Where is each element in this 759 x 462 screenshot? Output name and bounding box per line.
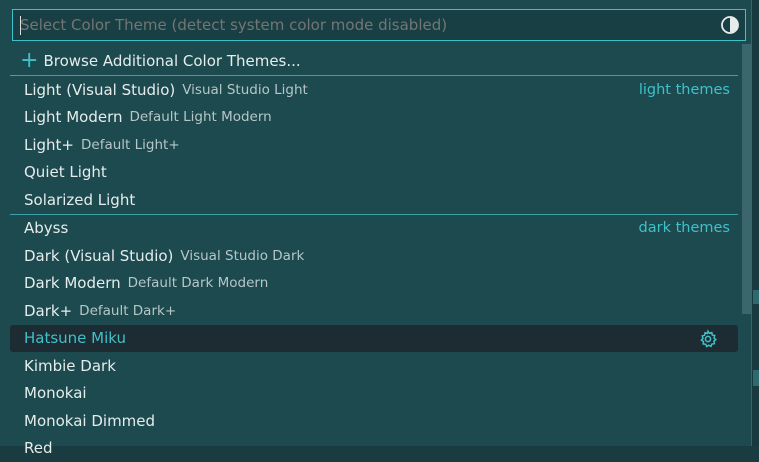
browse-themes-item[interactable]: + Browse Additional Color Themes... <box>10 47 738 75</box>
item-label: Quiet Light <box>24 163 107 181</box>
text-caret <box>20 16 21 35</box>
color-theme-quick-pick: + Browse Additional Color Themes... Ligh… <box>0 0 752 446</box>
item-label: Monokai Dimmed <box>24 412 155 430</box>
scrollbar-thumb[interactable] <box>742 44 752 314</box>
item-label: Dark (Visual Studio) <box>24 247 173 265</box>
item-label: Dark+ <box>24 302 72 320</box>
item-label: Solarized Light <box>24 191 135 209</box>
plus-icon: + <box>20 50 38 72</box>
gear-icon[interactable] <box>698 329 718 349</box>
item-label: Light Modern <box>24 108 122 126</box>
list-item-light-plus[interactable]: Light+ Default Light+ <box>10 131 738 159</box>
group-label-dark: dark themes <box>639 220 730 236</box>
list-item-monokai-dimmed[interactable]: Monokai Dimmed <box>10 407 738 435</box>
list-item-quiet-light[interactable]: Quiet Light <box>10 159 738 187</box>
item-description: Visual Studio Dark <box>180 248 304 264</box>
item-description: Default Dark Modern <box>128 275 269 291</box>
background-edge <box>753 290 759 304</box>
list-item-hatsune-miku[interactable]: Hatsune Miku <box>10 325 738 353</box>
item-description: Default Light Modern <box>129 109 271 125</box>
item-label: Dark Modern <box>24 274 121 292</box>
item-label: Red <box>24 439 53 457</box>
list-item-kimbie-dark[interactable]: Kimbie Dark <box>10 352 738 380</box>
group-label-light: light themes <box>639 82 730 98</box>
list-item-light-visual-studio[interactable]: Light (Visual Studio) Visual Studio Ligh… <box>10 75 738 104</box>
item-label: Hatsune Miku <box>24 329 126 347</box>
item-label: Monokai <box>24 384 87 402</box>
item-label: Kimbie Dark <box>24 357 116 375</box>
item-label: Abyss <box>24 219 68 237</box>
list-item-solarized-light[interactable]: Solarized Light <box>10 186 738 214</box>
list-item-light-modern[interactable]: Light Modern Default Light Modern <box>10 104 738 132</box>
item-label: Light+ <box>24 136 74 154</box>
list-item-dark-visual-studio[interactable]: Dark (Visual Studio) Visual Studio Dark <box>10 242 738 270</box>
background-edge <box>753 370 759 386</box>
list-item-dark-modern[interactable]: Dark Modern Default Dark Modern <box>10 270 738 298</box>
list-item-monokai[interactable]: Monokai <box>10 380 738 408</box>
contrast-icon[interactable] <box>717 12 743 38</box>
theme-search-box <box>12 9 746 41</box>
list-item-dark-plus[interactable]: Dark+ Default Dark+ <box>10 297 738 325</box>
item-description: Default Light+ <box>81 137 180 153</box>
item-description: Visual Studio Light <box>182 82 308 98</box>
theme-search-input[interactable] <box>13 11 717 39</box>
list-item-red[interactable]: Red <box>10 435 738 462</box>
theme-list: + Browse Additional Color Themes... Ligh… <box>10 47 738 462</box>
item-description: Default Dark+ <box>79 303 176 319</box>
list-item-abyss[interactable]: Abyss dark themes <box>10 214 738 243</box>
item-label: Light (Visual Studio) <box>24 81 175 99</box>
browse-themes-label: Browse Additional Color Themes... <box>43 52 300 70</box>
